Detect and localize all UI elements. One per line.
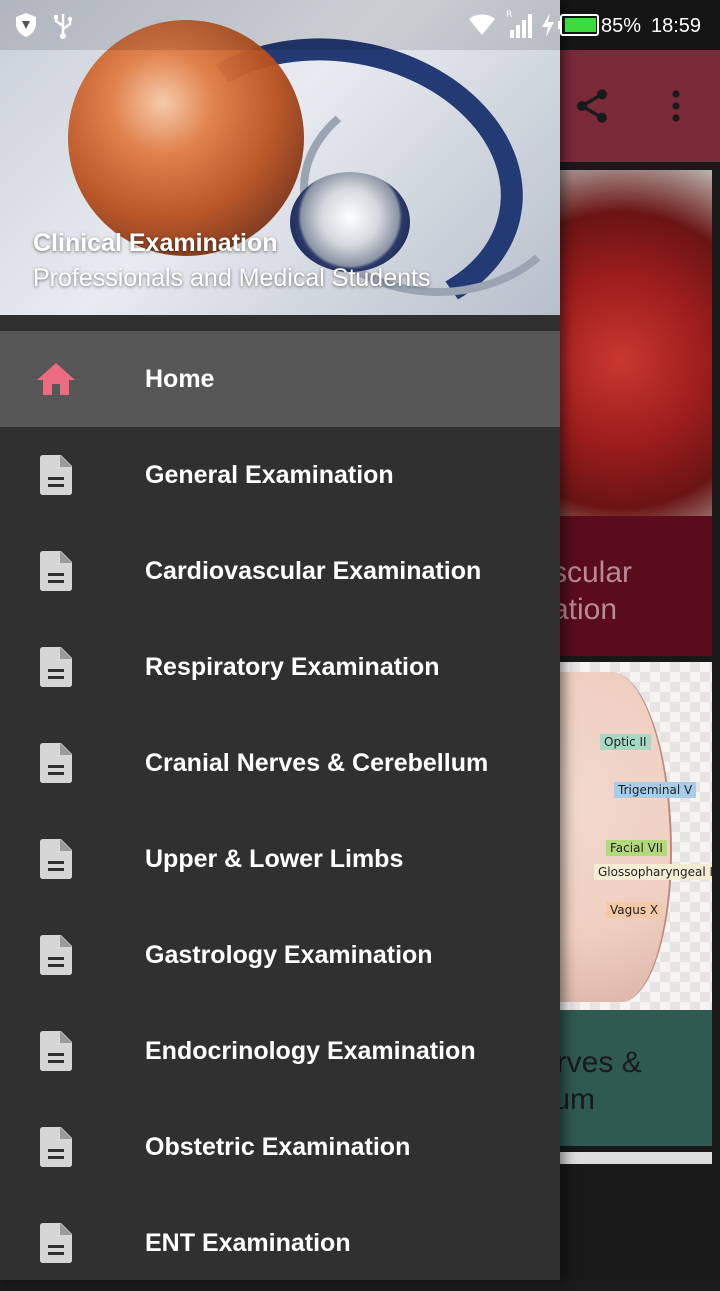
brain-diagram-image: Optic II Trigeminal V Facial VII Glossop… (560, 662, 712, 1010)
menu-item-respiratory-examination[interactable]: Respiratory Examination (0, 619, 560, 715)
document-icon (36, 1223, 76, 1263)
more-vert-icon[interactable] (648, 78, 704, 134)
wifi-icon (468, 12, 496, 36)
menu-item-label: Gastrology Examination (145, 941, 433, 969)
menu-item-ent-examination[interactable]: ENT Examination (0, 1195, 560, 1291)
card-label-line: erves & (560, 1046, 642, 1079)
drawer-menu: Home General Examination Cardiovascular … (0, 331, 560, 1291)
document-icon (36, 935, 76, 975)
document-icon (36, 551, 76, 591)
menu-item-label: Endocrinology Examination (145, 1037, 476, 1065)
menu-item-label: General Examination (145, 461, 394, 489)
charging-icon (540, 12, 556, 38)
menu-item-label: Cranial Nerves & Cerebellum (145, 749, 489, 777)
document-icon (36, 743, 76, 783)
card-label-line: llum (560, 1083, 596, 1116)
card-label: scular ation (560, 554, 712, 628)
menu-item-label: Upper & Lower Limbs (145, 845, 404, 873)
document-icon (36, 839, 76, 879)
menu-item-label: Cardiovascular Examination (145, 557, 482, 585)
diagram-label: Trigeminal V (614, 782, 697, 798)
card-label-line: scular (560, 556, 633, 589)
menu-item-upper-lower-limbs[interactable]: Upper & Lower Limbs (0, 811, 560, 907)
menu-item-gastrology-examination[interactable]: Gastrology Examination (0, 907, 560, 1003)
clock: 18:59 (651, 15, 702, 37)
menu-item-cardiovascular-examination[interactable]: Cardiovascular Examination (0, 523, 560, 619)
cardiovascular-card[interactable]: scular ation (560, 170, 712, 656)
card-label-line: ation (560, 593, 618, 626)
menu-item-label: Obstetric Examination (145, 1133, 411, 1161)
document-icon (36, 455, 76, 495)
menu-item-home[interactable]: Home (0, 331, 560, 427)
brain-shape (560, 672, 672, 1002)
document-icon (36, 1127, 76, 1167)
card-label: erves & llum (560, 1044, 712, 1118)
heart-image (560, 170, 712, 516)
document-icon (36, 1031, 76, 1071)
globe-graphic (68, 20, 304, 256)
menu-item-label: ENT Examination (145, 1229, 351, 1257)
drawer-header-text: Clinical Examination Professionals and M… (33, 226, 430, 296)
cranial-nerves-card[interactable]: Optic II Trigeminal V Facial VII Glossop… (560, 662, 712, 1146)
diagram-label: Optic II (600, 734, 651, 750)
status-bar: R 85% 18:59 (0, 0, 720, 50)
usb-icon (52, 12, 74, 40)
menu-item-cranial-nerves[interactable]: Cranial Nerves & Cerebellum (0, 715, 560, 811)
next-card[interactable] (560, 1152, 712, 1164)
diagram-label: Facial VII (606, 840, 667, 856)
navigation-drawer: Clinical Examination Professionals and M… (0, 0, 560, 1280)
menu-item-endocrinology-examination[interactable]: Endocrinology Examination (0, 1003, 560, 1099)
battery-percent: 85% (601, 15, 642, 37)
share-icon[interactable] (564, 78, 620, 134)
menu-item-obstetric-examination[interactable]: Obstetric Examination (0, 1099, 560, 1195)
menu-item-general-examination[interactable]: General Examination (0, 427, 560, 523)
document-icon (36, 647, 76, 687)
shield-icon (14, 12, 38, 38)
home-icon (36, 359, 76, 399)
signal-icon: R (506, 8, 534, 40)
battery-icon (558, 14, 600, 36)
drawer-subtitle: Professionals and Medical Students (33, 264, 431, 292)
drawer-title: Clinical Examination (33, 229, 278, 257)
svg-text:R: R (506, 10, 512, 20)
diagram-label: Glossopharyngeal IX (594, 864, 712, 880)
menu-item-label: Home (145, 365, 215, 393)
diagram-label: Vagus X (606, 902, 663, 918)
menu-item-label: Respiratory Examination (145, 653, 440, 681)
